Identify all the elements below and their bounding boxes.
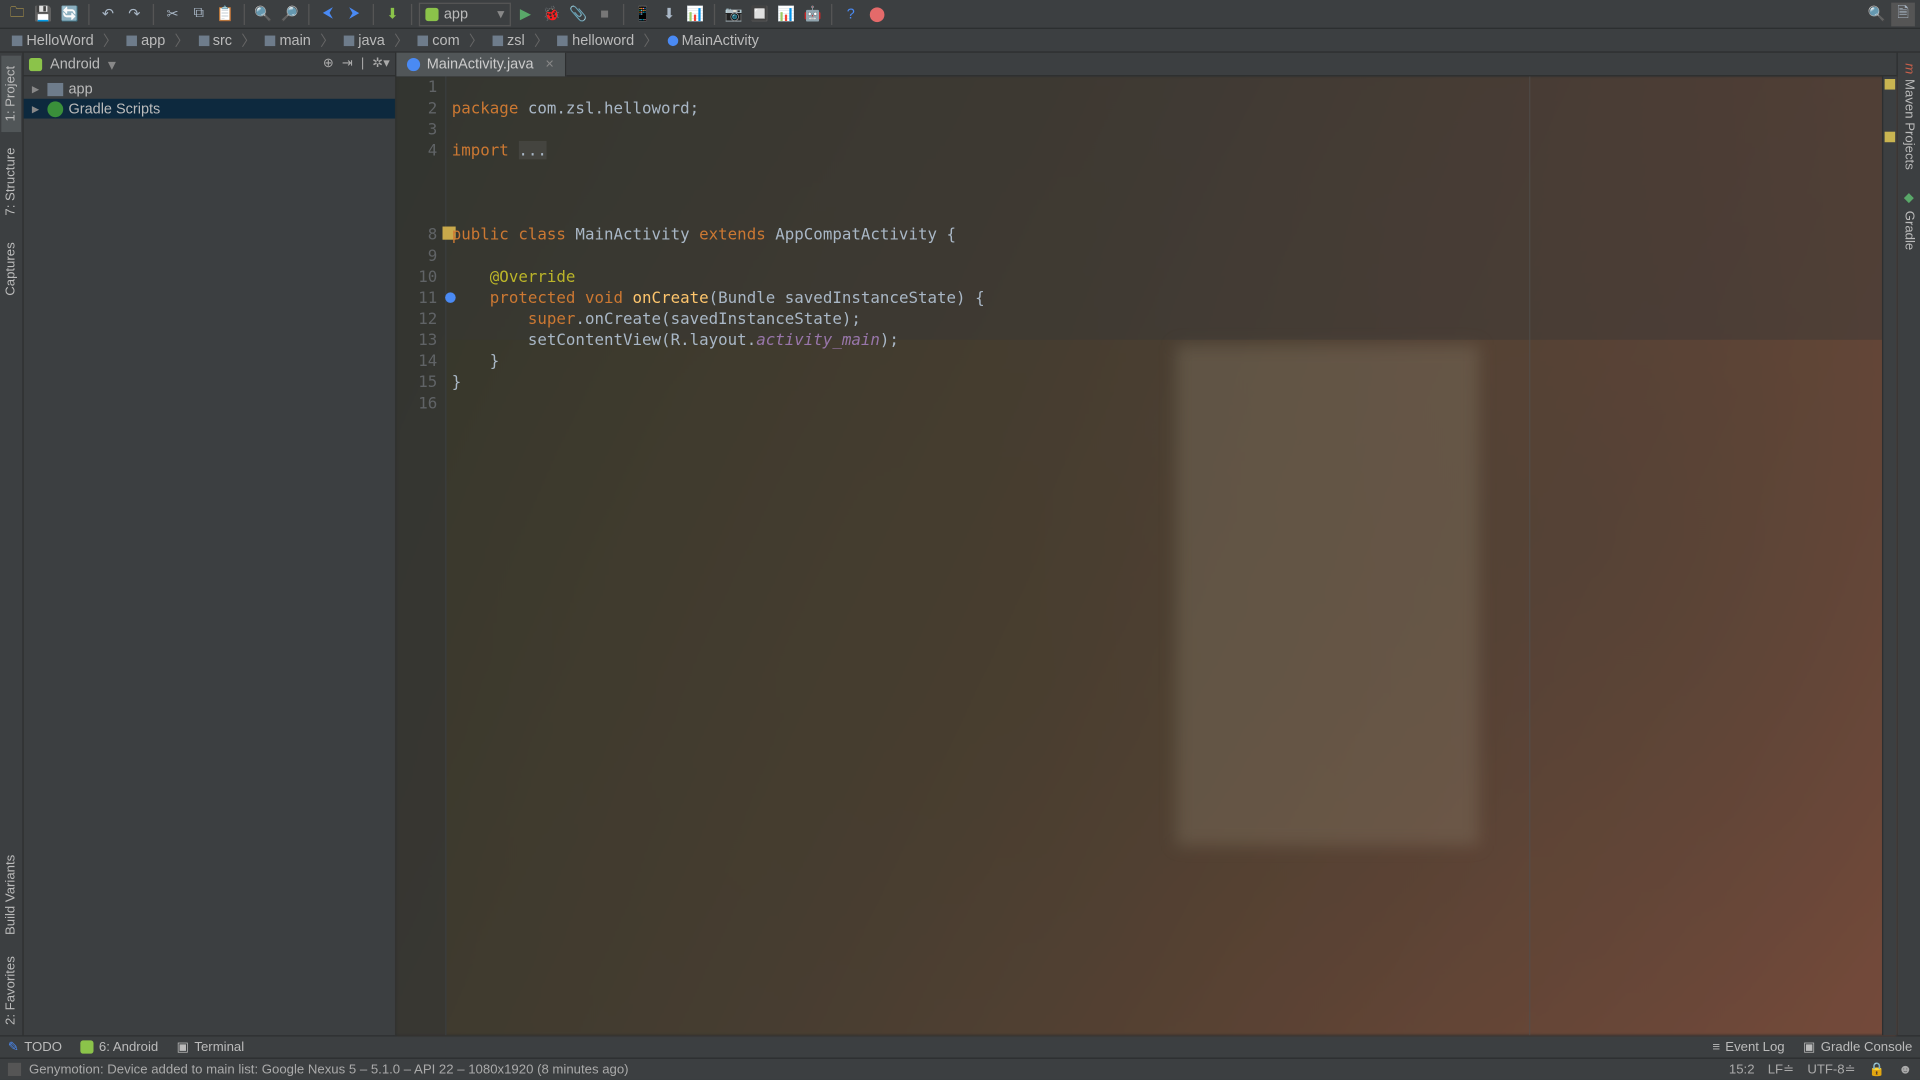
project-view-label[interactable]: Android [50, 56, 100, 72]
tab-maven[interactable]: mMaven Projects [1899, 53, 1919, 181]
file-tab-mainactivity[interactable]: MainActivity.java × [396, 52, 565, 76]
status-message: Genymotion: Device added to main list: G… [29, 1062, 629, 1076]
hector-icon[interactable]: ☻ [1898, 1062, 1912, 1076]
code-editor[interactable]: package com.zsl.helloword; import ... pu… [446, 76, 1882, 1035]
line-separator[interactable]: LF≐ [1768, 1062, 1794, 1076]
tab-todo[interactable]: ✎TODO [8, 1040, 62, 1054]
project-panel: Android ▾ ⊕ ⇥ | ✲▾ ▸ app ▸ Gradle Script… [24, 53, 397, 1035]
android-icon [425, 7, 438, 20]
java-class-icon [407, 57, 420, 70]
run-icon[interactable]: ▶ [514, 2, 538, 26]
main-area: 1: Project 7: Structure Captures Build V… [0, 53, 1920, 1035]
editor-area: MainActivity.java × 1234 8 910 11 121314… [396, 53, 1896, 1035]
hierarchy-icon[interactable]: 📊 [774, 2, 798, 26]
error-stripe[interactable] [1882, 76, 1896, 1035]
adb-icon[interactable]: 🤖 [801, 2, 825, 26]
line-gutter[interactable]: 1234 8 910 11 1213141516 [396, 76, 446, 1035]
tree-gradle-scripts[interactable]: ▸ Gradle Scripts [24, 99, 395, 119]
search-everywhere-icon[interactable]: 🔍 [1865, 2, 1889, 26]
warning-marker[interactable] [1885, 132, 1896, 143]
collapse-icon[interactable]: ⇥ [342, 57, 353, 71]
caret-position[interactable]: 15:2 [1729, 1062, 1755, 1076]
monitor-icon[interactable]: 📊 [684, 2, 708, 26]
tab-gradle[interactable]: ◆Gradle [1899, 181, 1919, 261]
bc-mainactivity[interactable]: MainActivity [663, 32, 763, 48]
bc-helloword[interactable]: HelloWord [8, 32, 98, 48]
tab-gradle-console[interactable]: ▣Gradle Console [1803, 1040, 1912, 1054]
paste-icon[interactable]: 📋 [213, 2, 237, 26]
bc-helloword-pkg[interactable]: helloword [554, 32, 638, 48]
tab-terminal[interactable]: ▣Terminal [177, 1040, 244, 1054]
file-tab-label: MainActivity.java [427, 56, 534, 72]
insert-mode-icon[interactable]: 🔒 [1869, 1062, 1885, 1076]
tab-event-log[interactable]: ≡Event Log [1712, 1040, 1784, 1054]
tab-build-variants[interactable]: Build Variants [1, 844, 21, 945]
main-toolbar: 🗀 💾 🔄 ↶ ↷ ✂ ⧉ 📋 🔍 🔎 ⮜ ⮞ ⬇ app ▾ ▶ 🐞 📎 ■ … [0, 0, 1920, 29]
nav-back-icon[interactable]: ⮜ [316, 2, 340, 26]
make-icon[interactable]: ⬇ [381, 2, 405, 26]
project-tree[interactable]: ▸ app ▸ Gradle Scripts [24, 76, 395, 1035]
avd-icon[interactable]: 📱 [631, 2, 655, 26]
genymotion-icon[interactable]: ⬤ [865, 2, 889, 26]
tab-captures[interactable]: Captures [1, 232, 21, 307]
settings-icon[interactable]: ✲▾ [372, 57, 390, 71]
android-icon [80, 1040, 93, 1053]
project-structure-icon[interactable]: 🗎 [1891, 2, 1915, 26]
project-view-header: Android ▾ ⊕ ⇥ | ✲▾ [24, 53, 395, 77]
find-icon[interactable]: 🔍 [252, 2, 276, 26]
cut-icon[interactable]: ✂ [161, 2, 185, 26]
sdk-icon[interactable]: ⬇ [657, 2, 681, 26]
run-config-label: app [444, 6, 468, 22]
tab-favorites[interactable]: 2: Favorites [1, 945, 21, 1035]
replace-icon[interactable]: 🔎 [278, 2, 302, 26]
screenshot-icon[interactable]: 📷 [722, 2, 746, 26]
save-icon[interactable]: 💾 [32, 2, 56, 26]
tab-project[interactable]: 1: Project [1, 55, 21, 132]
undo-icon[interactable]: ↶ [96, 2, 120, 26]
tab-structure[interactable]: 7: Structure [1, 137, 21, 226]
gradle-icon [47, 101, 63, 117]
nav-forward-icon[interactable]: ⮞ [342, 2, 366, 26]
left-tool-strip: 1: Project 7: Structure Captures Build V… [0, 53, 24, 1035]
bc-zsl[interactable]: zsl [489, 32, 529, 48]
tree-app[interactable]: ▸ app [24, 79, 395, 99]
open-icon[interactable]: 🗀 [5, 2, 29, 26]
tree-gradle-label: Gradle Scripts [68, 101, 160, 117]
bc-main[interactable]: main [261, 32, 315, 48]
copy-icon[interactable]: ⧉ [187, 2, 211, 26]
expand-icon[interactable]: ▸ [29, 80, 42, 97]
bc-com[interactable]: com [414, 32, 464, 48]
right-tool-strip: mMaven Projects ◆Gradle [1896, 53, 1920, 1035]
status-bar: Genymotion: Device added to main list: G… [0, 1058, 1920, 1080]
sync-icon[interactable]: 🔄 [58, 2, 82, 26]
expand-icon[interactable]: ▸ [29, 100, 42, 117]
breadcrumb: HelloWord〉 app〉 src〉 main〉 java〉 com〉 zs… [0, 29, 1920, 53]
status-icon[interactable] [8, 1063, 21, 1076]
close-tab-icon[interactable]: × [545, 56, 553, 72]
bc-src[interactable]: src [194, 32, 236, 48]
bc-java[interactable]: java [340, 32, 389, 48]
autoscroll-icon[interactable]: ⊕ [323, 57, 334, 71]
android-icon [29, 57, 42, 70]
bottom-tool-tabs: ✎TODO 6: Android ▣Terminal ≡Event Log ▣G… [0, 1035, 1920, 1057]
layout-icon[interactable]: 🔲 [748, 2, 772, 26]
tree-app-label: app [68, 81, 92, 97]
stop-icon[interactable]: ■ [593, 2, 617, 26]
warning-marker[interactable] [1885, 79, 1896, 90]
run-config-dropdown[interactable]: app ▾ [419, 2, 511, 26]
bc-app[interactable]: app [123, 32, 170, 48]
attach-icon[interactable]: 📎 [566, 2, 590, 26]
redo-icon[interactable]: ↷ [122, 2, 146, 26]
tab-android[interactable]: 6: Android [80, 1040, 158, 1054]
debug-icon[interactable]: 🐞 [540, 2, 564, 26]
file-encoding[interactable]: UTF-8≐ [1807, 1062, 1855, 1076]
module-icon [47, 82, 63, 95]
help-icon[interactable]: ? [839, 2, 863, 26]
file-tabs: MainActivity.java × [396, 53, 1896, 77]
